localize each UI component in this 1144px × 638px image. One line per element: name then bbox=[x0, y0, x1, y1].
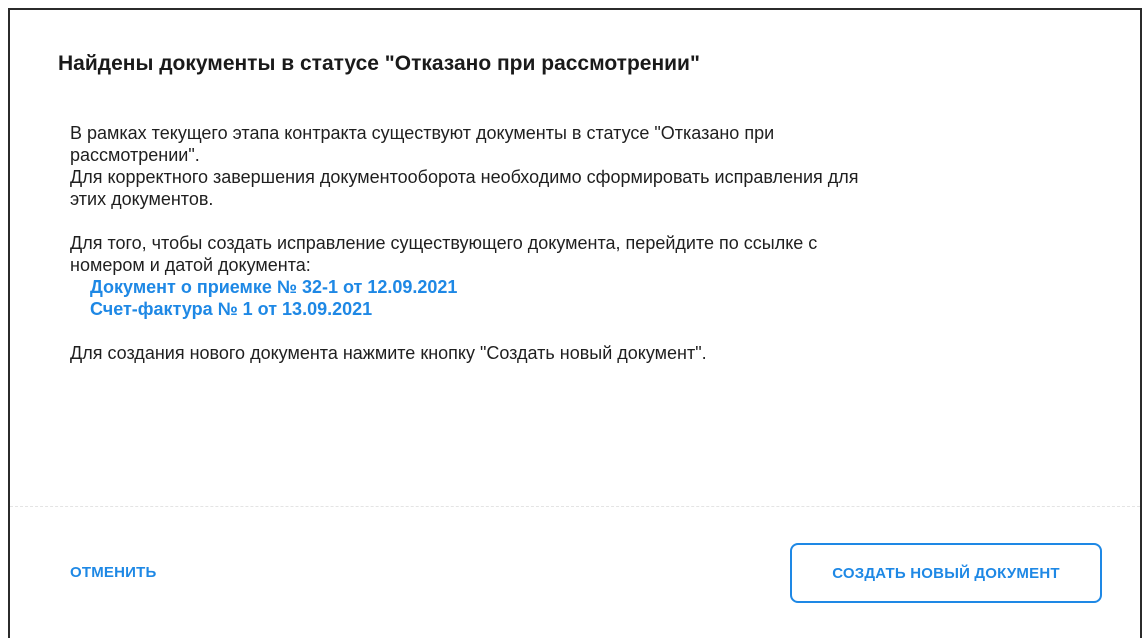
create-new-document-button[interactable]: СОЗДАТЬ НОВЫЙ ДОКУМЕНТ bbox=[790, 543, 1102, 603]
dialog-title: Найдены документы в статусе "Отказано пр… bbox=[58, 52, 700, 75]
info-text-line: этих документов. bbox=[70, 189, 214, 209]
cancel-button[interactable]: ОТМЕНИТЬ bbox=[70, 564, 157, 581]
info-text-line: рассмотрении". bbox=[70, 145, 200, 165]
instruction-text-line: Для того, чтобы создать исправление суще… bbox=[70, 233, 818, 253]
dialog-body: В рамках текущего этапа контракта сущест… bbox=[70, 122, 1120, 364]
instruction-text-line: номером и датой документа: bbox=[70, 255, 311, 275]
create-hint-text: Для создания нового документа нажмите кн… bbox=[70, 343, 707, 363]
info-text-line: В рамках текущего этапа контракта сущест… bbox=[70, 123, 775, 143]
rejected-documents-dialog: Найдены документы в статусе "Отказано пр… bbox=[8, 8, 1142, 638]
acceptance-document-link[interactable]: Документ о приемке № 32-1 от 12.09.2021 bbox=[90, 276, 1120, 298]
footer-divider bbox=[10, 506, 1140, 507]
info-text-line: Для корректного завершения документообор… bbox=[70, 167, 859, 187]
invoice-link[interactable]: Счет-фактура № 1 от 13.09.2021 bbox=[90, 298, 1120, 320]
